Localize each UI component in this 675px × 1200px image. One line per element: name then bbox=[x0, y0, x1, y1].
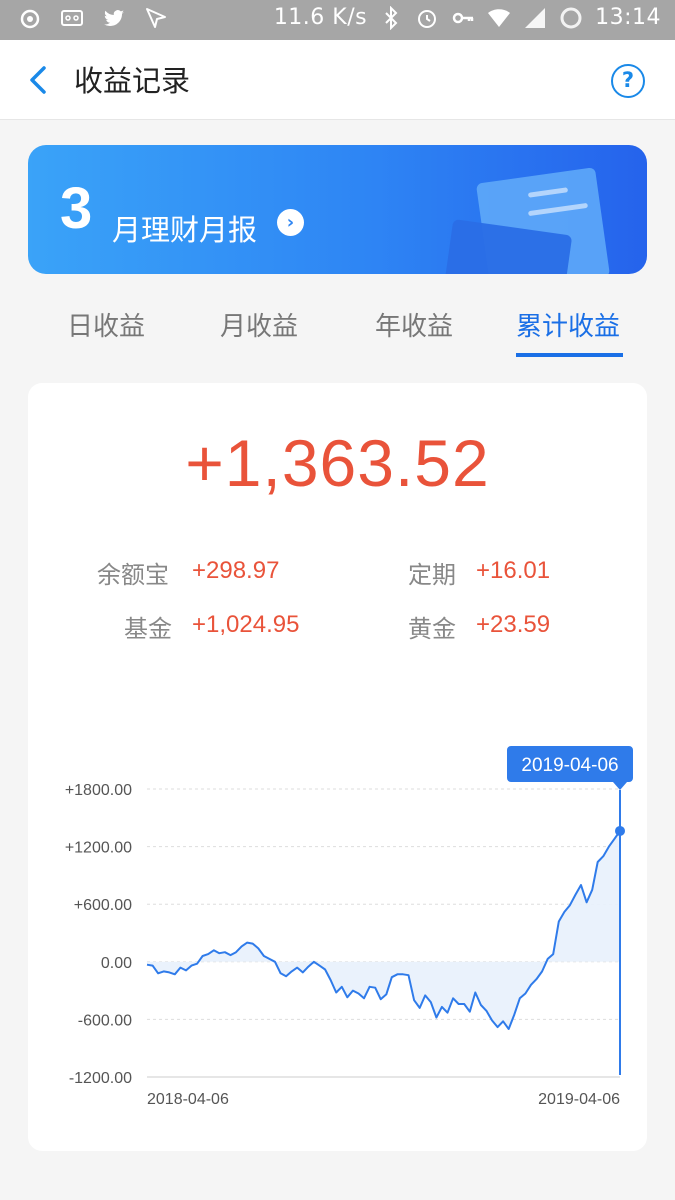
x-tick-end: 2019-04-06 bbox=[538, 1091, 620, 1108]
cumulative-earnings-chart[interactable]: +1800.00 +1200.00 +600.00 0.00 -600.00 -1200.… bbox=[0, 0, 675, 1200]
y-tick-label: +600.00 bbox=[74, 897, 132, 914]
y-tick-label: -600.00 bbox=[78, 1012, 132, 1029]
chart-y-axis: +1800.00 +1200.00 +600.00 0.00 -600.00 -1200.… bbox=[65, 782, 132, 1087]
x-tick-start: 2018-04-06 bbox=[147, 1091, 229, 1108]
y-tick-label: -1200.00 bbox=[69, 1070, 132, 1087]
y-tick-label: +1800.00 bbox=[65, 782, 132, 799]
y-tick-label: 0.00 bbox=[101, 955, 132, 972]
tooltip-date: 2019-04-06 bbox=[521, 755, 618, 776]
chart-tooltip: 2019-04-06 bbox=[507, 746, 633, 790]
chart-grid bbox=[147, 788, 620, 1078]
chart-cursor-dot bbox=[615, 825, 625, 836]
earnings-line bbox=[146, 830, 621, 1030]
y-tick-label: +1200.00 bbox=[65, 840, 132, 857]
earnings-area bbox=[147, 831, 620, 1029]
